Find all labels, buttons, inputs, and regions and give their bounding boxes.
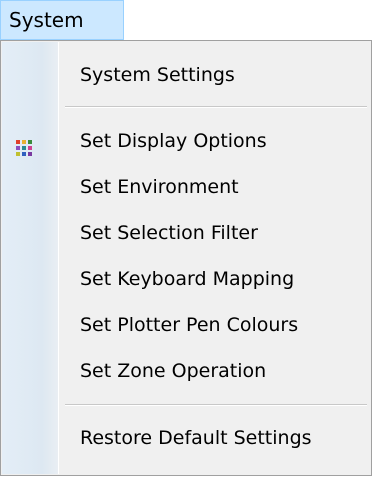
grid-colors-icon xyxy=(15,131,35,156)
menu-item-restore-default-settings[interactable]: Restore Default Settings xyxy=(2,416,370,460)
system-dropdown-menu: System Settings Set Display Options Set … xyxy=(0,40,372,476)
menu-item-label: Restore Default Settings xyxy=(80,427,312,449)
menu-item-label: Set Display Options xyxy=(80,130,267,152)
menu-separator xyxy=(65,106,367,108)
menu-item-set-zone-operation[interactable]: Set Zone Operation xyxy=(2,349,370,393)
menu-item-label: Set Selection Filter xyxy=(80,222,258,244)
menu-item-set-selection-filter[interactable]: Set Selection Filter xyxy=(2,211,370,255)
menu-separator xyxy=(65,404,367,406)
menu-item-set-keyboard-mapping[interactable]: Set Keyboard Mapping xyxy=(2,257,370,301)
menu-item-label: Set Keyboard Mapping xyxy=(80,268,295,290)
menu-item-label: Set Plotter Pen Colours xyxy=(80,314,299,336)
menu-bar: System xyxy=(0,0,391,40)
menu-item-set-plotter-pen-colours[interactable]: Set Plotter Pen Colours xyxy=(2,303,370,347)
menu-item-label: Set Environment xyxy=(80,176,239,198)
menu-item-label: Set Zone Operation xyxy=(80,360,267,382)
menu-system[interactable]: System xyxy=(0,0,124,40)
menu-item-set-display-options[interactable]: Set Display Options xyxy=(2,119,370,163)
menu-item-label: System Settings xyxy=(80,64,235,86)
menu-item-set-environment[interactable]: Set Environment xyxy=(2,165,370,209)
menu-item-system-settings[interactable]: System Settings xyxy=(2,53,370,97)
